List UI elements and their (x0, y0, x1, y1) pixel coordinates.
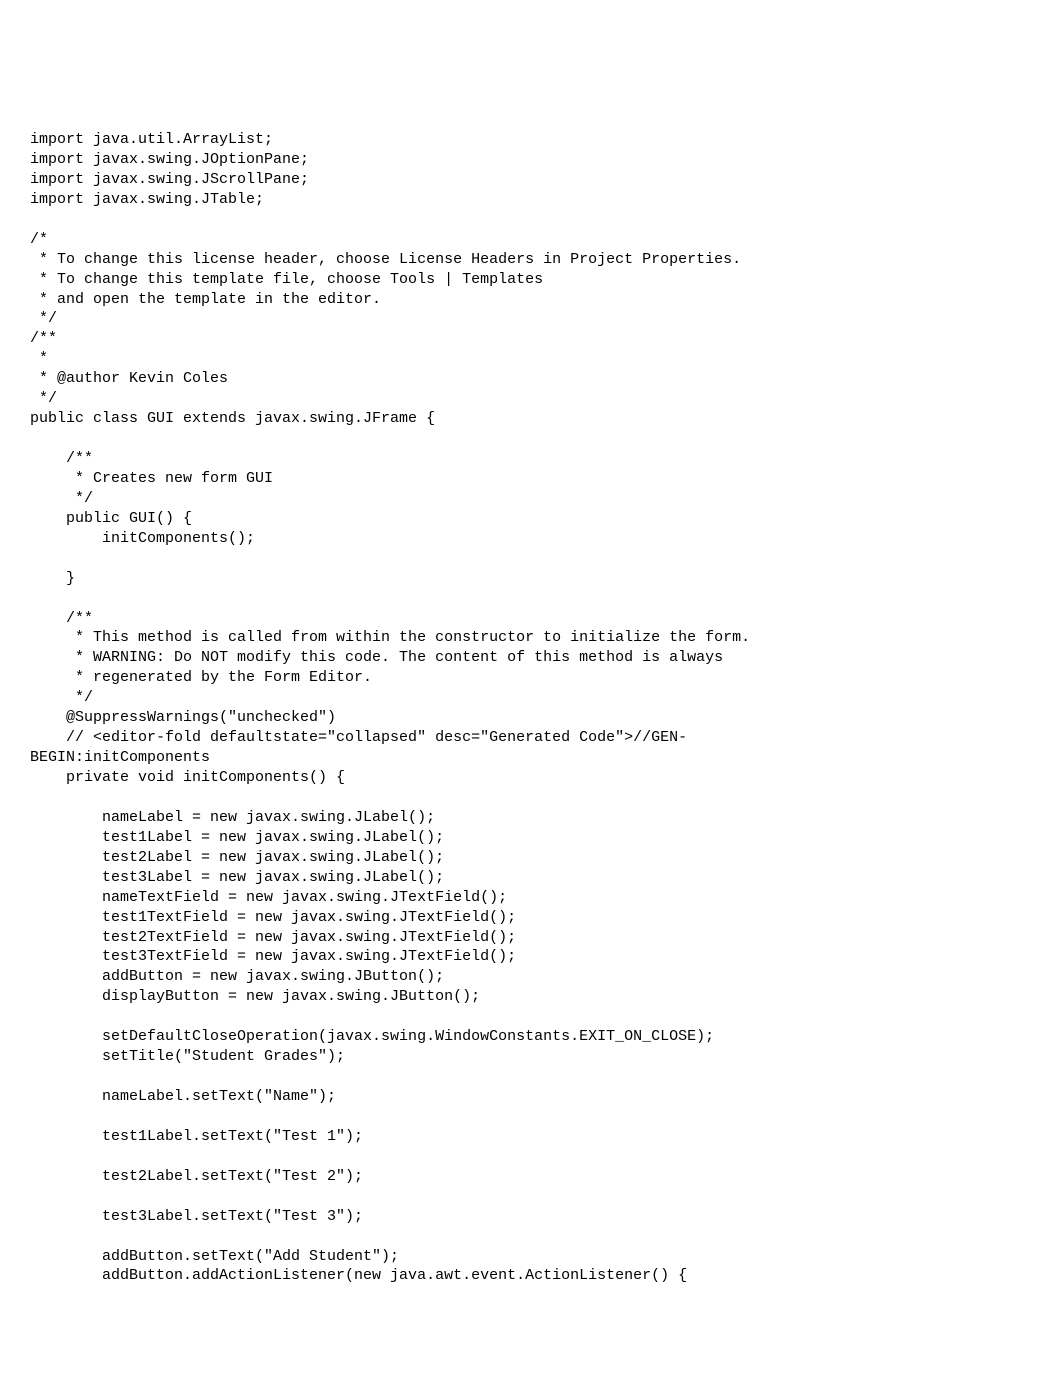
code-document: import java.util.ArrayList; import javax… (0, 0, 1062, 1377)
code-block: import java.util.ArrayList; import javax… (30, 131, 750, 1284)
